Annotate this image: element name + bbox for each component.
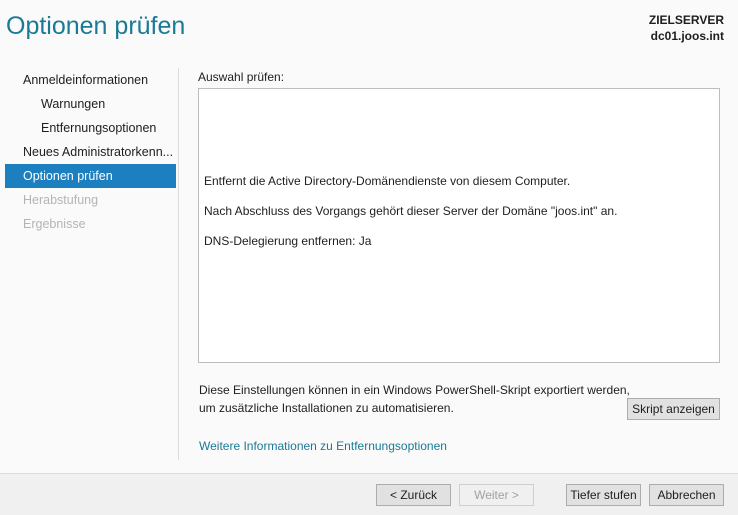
nav-item-results: Ergebnisse	[23, 217, 86, 231]
demote-button[interactable]: Tiefer stufen	[566, 484, 641, 506]
cancel-button[interactable]: Abbrechen	[649, 484, 724, 506]
review-summary-box[interactable]: Entfernt die Active Directory-Domänendie…	[198, 88, 720, 363]
export-info-line: Diese Einstellungen können in ein Window…	[199, 383, 630, 397]
server-name: dc01.joos.int	[650, 29, 724, 43]
wizard-nav: Anmeldeinformationen Warnungen Entfernun…	[5, 68, 176, 236]
summary-line: Entfernt die Active Directory-Domänendie…	[204, 174, 571, 188]
more-info-link[interactable]: Weitere Informationen zu Entfernungsopti…	[199, 439, 447, 453]
summary-line: DNS-Delegierung entfernen: Ja	[204, 234, 372, 248]
view-script-button[interactable]: Skript anzeigen	[627, 398, 720, 420]
nav-item-credentials[interactable]: Anmeldeinformationen	[5, 68, 176, 92]
server-label: ZIELSERVER	[648, 13, 724, 27]
nav-item-removal-options[interactable]: Entfernungsoptionen	[5, 116, 176, 140]
nav-item-warnings[interactable]: Warnungen	[5, 92, 176, 116]
export-info-line: um zusätzliche Installationen zu automat…	[199, 401, 454, 415]
nav-item-new-admin-password[interactable]: Neues Administratorkenn...	[5, 140, 176, 164]
review-label: Auswahl prüfen:	[198, 70, 285, 84]
target-server: ZIELSERVER dc01.joos.int	[649, 12, 724, 44]
nav-item-demotion: Herabstufung	[23, 193, 99, 207]
export-info: Diese Einstellungen können in ein Window…	[199, 381, 630, 417]
divider	[178, 68, 179, 460]
back-button[interactable]: < Zurück	[376, 484, 451, 506]
page-title: Optionen prüfen	[6, 12, 186, 40]
nav-item-review-options[interactable]: Optionen prüfen	[5, 164, 176, 188]
next-button: Weiter >	[459, 484, 534, 506]
summary-line: Nach Abschluss des Vorgangs gehört diese…	[204, 204, 618, 218]
